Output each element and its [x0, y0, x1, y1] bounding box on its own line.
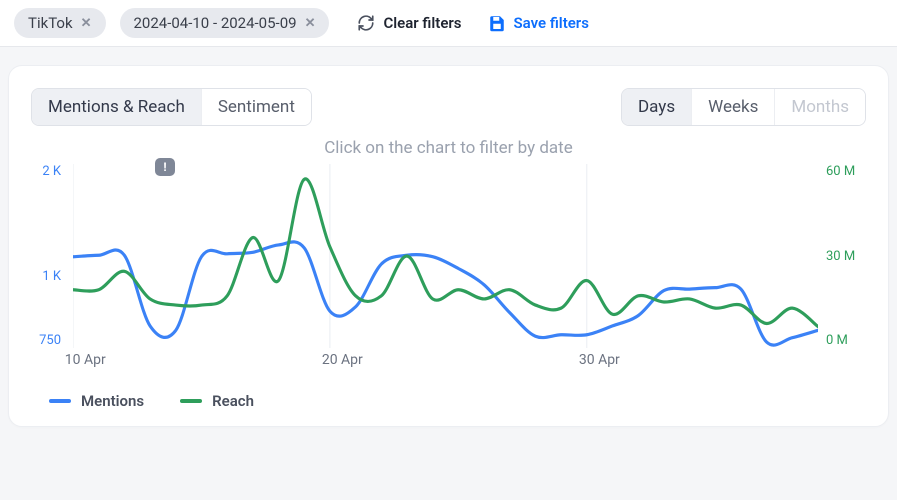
y-axis-right: 60 M 30 M 0 M	[826, 164, 866, 348]
legend-label: Reach	[212, 392, 254, 410]
legend-mentions[interactable]: Mentions	[49, 392, 144, 410]
chart-legend: Mentions Reach	[31, 374, 866, 410]
y-tick: 0 M	[826, 333, 866, 348]
save-icon	[488, 14, 506, 32]
clear-filters-label: Clear filters	[383, 14, 461, 32]
legend-label: Mentions	[81, 392, 144, 410]
filter-chip-daterange[interactable]: 2024-04-10 - 2024-05-09 ✕	[120, 8, 330, 38]
metric-tabs: Mentions & Reach Sentiment	[31, 88, 312, 126]
chart-hint: Click on the chart to filter by date	[31, 138, 866, 158]
filter-bar: TikTok ✕ 2024-04-10 - 2024-05-09 ✕ Clear…	[0, 0, 897, 47]
tab-weeks[interactable]: Weeks	[691, 89, 774, 125]
x-tick: 20 Apr	[322, 352, 363, 368]
swatch-icon	[49, 399, 71, 403]
close-icon[interactable]: ✕	[305, 16, 316, 31]
chip-label: TikTok	[28, 14, 73, 32]
close-icon[interactable]: ✕	[81, 16, 92, 31]
chart-plot[interactable]: !	[73, 164, 818, 348]
x-axis: 10 Apr 20 Apr 30 Apr	[73, 352, 818, 374]
filter-chip-source[interactable]: TikTok ✕	[14, 8, 106, 38]
y-tick: 60 M	[826, 164, 866, 179]
y-tick: 750	[31, 333, 61, 348]
y-tick: 30 M	[826, 249, 866, 264]
granularity-tabs: Days Weeks Months	[621, 88, 866, 126]
y-axis-left: 2 K 1 K 750	[31, 164, 61, 348]
tab-months[interactable]: Months	[774, 89, 865, 125]
y-tick: 2 K	[31, 164, 61, 179]
tab-mentions-reach[interactable]: Mentions & Reach	[32, 89, 201, 125]
alert-icon[interactable]: !	[155, 158, 175, 176]
save-filters-button[interactable]: Save filters	[482, 10, 595, 36]
x-tick: 10 Apr	[65, 352, 106, 368]
chip-label: 2024-04-10 - 2024-05-09	[134, 14, 297, 32]
card-header: Mentions & Reach Sentiment Days Weeks Mo…	[31, 88, 866, 126]
refresh-icon	[357, 14, 375, 32]
x-tick: 30 Apr	[579, 352, 620, 368]
chart-card: Mentions & Reach Sentiment Days Weeks Mo…	[8, 65, 889, 427]
tab-sentiment[interactable]: Sentiment	[201, 89, 311, 125]
tab-days[interactable]: Days	[622, 89, 691, 125]
save-filters-label: Save filters	[514, 14, 589, 32]
y-tick: 1 K	[31, 269, 61, 284]
chart-area[interactable]: 2 K 1 K 750 60 M 30 M 0 M ! 10 Apr 20 Ap…	[31, 164, 866, 374]
swatch-icon	[180, 399, 202, 403]
clear-filters-button[interactable]: Clear filters	[351, 10, 467, 36]
legend-reach[interactable]: Reach	[180, 392, 254, 410]
